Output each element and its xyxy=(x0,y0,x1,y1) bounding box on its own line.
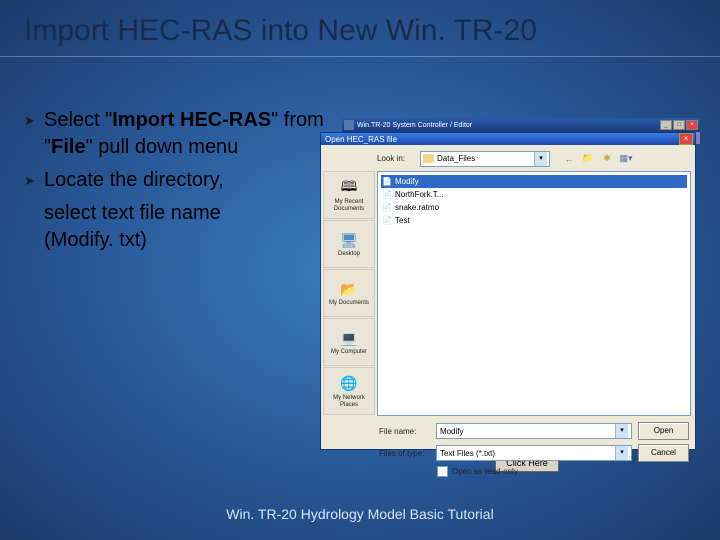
places-bar: 🕮 My Recent Documents 🖥 Desktop 📂 My Doc… xyxy=(321,169,377,418)
dialog-titlebar: Open HEC_RAS file × xyxy=(321,133,695,145)
lookin-value: Data_Files xyxy=(437,154,534,163)
filename-row: File name: Modify ▾ Open xyxy=(379,422,689,440)
new-folder-icon[interactable]: ✱ xyxy=(599,151,615,167)
network-icon: 🌐 xyxy=(338,374,360,394)
chevron-down-icon[interactable]: ▾ xyxy=(534,152,547,166)
chevron-down-icon[interactable]: ▾ xyxy=(615,446,628,460)
bullet-cont-2: (Modify. txt) xyxy=(24,227,324,254)
maximize-button[interactable]: □ xyxy=(673,120,685,130)
filetype-combo[interactable]: Text Files (*.txt) ▾ xyxy=(436,445,632,461)
bullet-arrow-icon: ➤ xyxy=(24,112,35,130)
place-mycomputer[interactable]: 💻 My Computer xyxy=(323,318,375,366)
cancel-button[interactable]: Cancel xyxy=(638,444,689,462)
file-item-northfork[interactable]: 📄 NorthFork.T... xyxy=(381,188,687,201)
file-list[interactable]: 📄 Modify 📄 NorthFork.T... 📄 snake.ratmo … xyxy=(377,171,691,416)
place-mydocs[interactable]: 📂 My Documents xyxy=(323,269,375,317)
file-item-test[interactable]: 📄 Test xyxy=(381,214,687,227)
lookin-combo[interactable]: Data_Files ▾ xyxy=(420,151,550,167)
readonly-row: Open as read-only xyxy=(379,466,689,477)
bullet-item-1: ➤ Select "Import HEC-RAS" from "File" pu… xyxy=(24,107,324,161)
text-file-icon: 📄 xyxy=(382,216,392,226)
place-recent[interactable]: 🕮 My Recent Documents xyxy=(323,171,375,219)
parent-title: Win.TR-20 System Controller / Editor xyxy=(357,122,659,129)
bullet-arrow-icon: ➤ xyxy=(24,172,35,190)
text-file-icon: 📄 xyxy=(382,177,392,187)
minimize-button[interactable]: _ xyxy=(660,120,672,130)
lookin-row: Look in: Data_Files ▾ ← 📁 ✱ ▦▾ xyxy=(321,145,695,169)
parent-titlebar: Win.TR-20 System Controller / Editor _ □… xyxy=(342,118,700,132)
parent-app-icon xyxy=(344,120,354,130)
toolbar-icons: ← 📁 ✱ ▦▾ xyxy=(561,151,634,167)
close-button[interactable]: × xyxy=(686,120,698,130)
chevron-down-icon[interactable]: ▾ xyxy=(615,424,628,438)
slide-title: Import HEC-RAS into New Win. TR-20 xyxy=(0,0,720,57)
lookin-label: Look in: xyxy=(377,154,415,163)
place-network[interactable]: 🌐 My Network Places xyxy=(323,367,375,415)
bullet-list: ➤ Select "Import HEC-RAS" from "File" pu… xyxy=(24,107,324,254)
text-file-icon: 📄 xyxy=(382,190,392,200)
folder-icon xyxy=(423,154,434,163)
bullet-cont-1: select text file name xyxy=(24,200,324,227)
dialog-close-button[interactable]: × xyxy=(679,133,693,145)
up-folder-icon[interactable]: 📁 xyxy=(580,151,596,167)
text-file-icon: 📄 xyxy=(382,203,392,213)
bullet-item-2: ➤ Locate the directory, xyxy=(24,167,324,194)
desktop-icon: 🖥 xyxy=(338,230,360,250)
filetype-label: Files of type: xyxy=(379,449,430,458)
filename-label: File name: xyxy=(379,427,430,436)
views-icon[interactable]: ▦▾ xyxy=(618,151,634,167)
filename-input[interactable]: Modify ▾ xyxy=(436,423,632,439)
filetype-row: Files of type: Text Files (*.txt) ▾ Canc… xyxy=(379,444,689,462)
open-button[interactable]: Open xyxy=(638,422,689,440)
back-icon[interactable]: ← xyxy=(561,151,577,167)
mydocs-icon: 📂 xyxy=(338,279,360,299)
recent-icon: 🕮 xyxy=(338,178,360,198)
readonly-label: Open as read-only xyxy=(452,467,518,476)
open-file-dialog: Open HEC_RAS file × Look in: Data_Files … xyxy=(320,132,696,450)
file-item-modify[interactable]: 📄 Modify xyxy=(381,175,687,188)
computer-icon: 💻 xyxy=(338,328,360,348)
footer-text: Win. TR-20 Hydrology Model Basic Tutoria… xyxy=(0,506,720,522)
file-item-snake[interactable]: 📄 snake.ratmo xyxy=(381,201,687,214)
readonly-checkbox[interactable] xyxy=(437,466,448,477)
place-desktop[interactable]: 🖥 Desktop xyxy=(323,220,375,268)
dialog-title: Open HEC_RAS file xyxy=(323,135,679,144)
